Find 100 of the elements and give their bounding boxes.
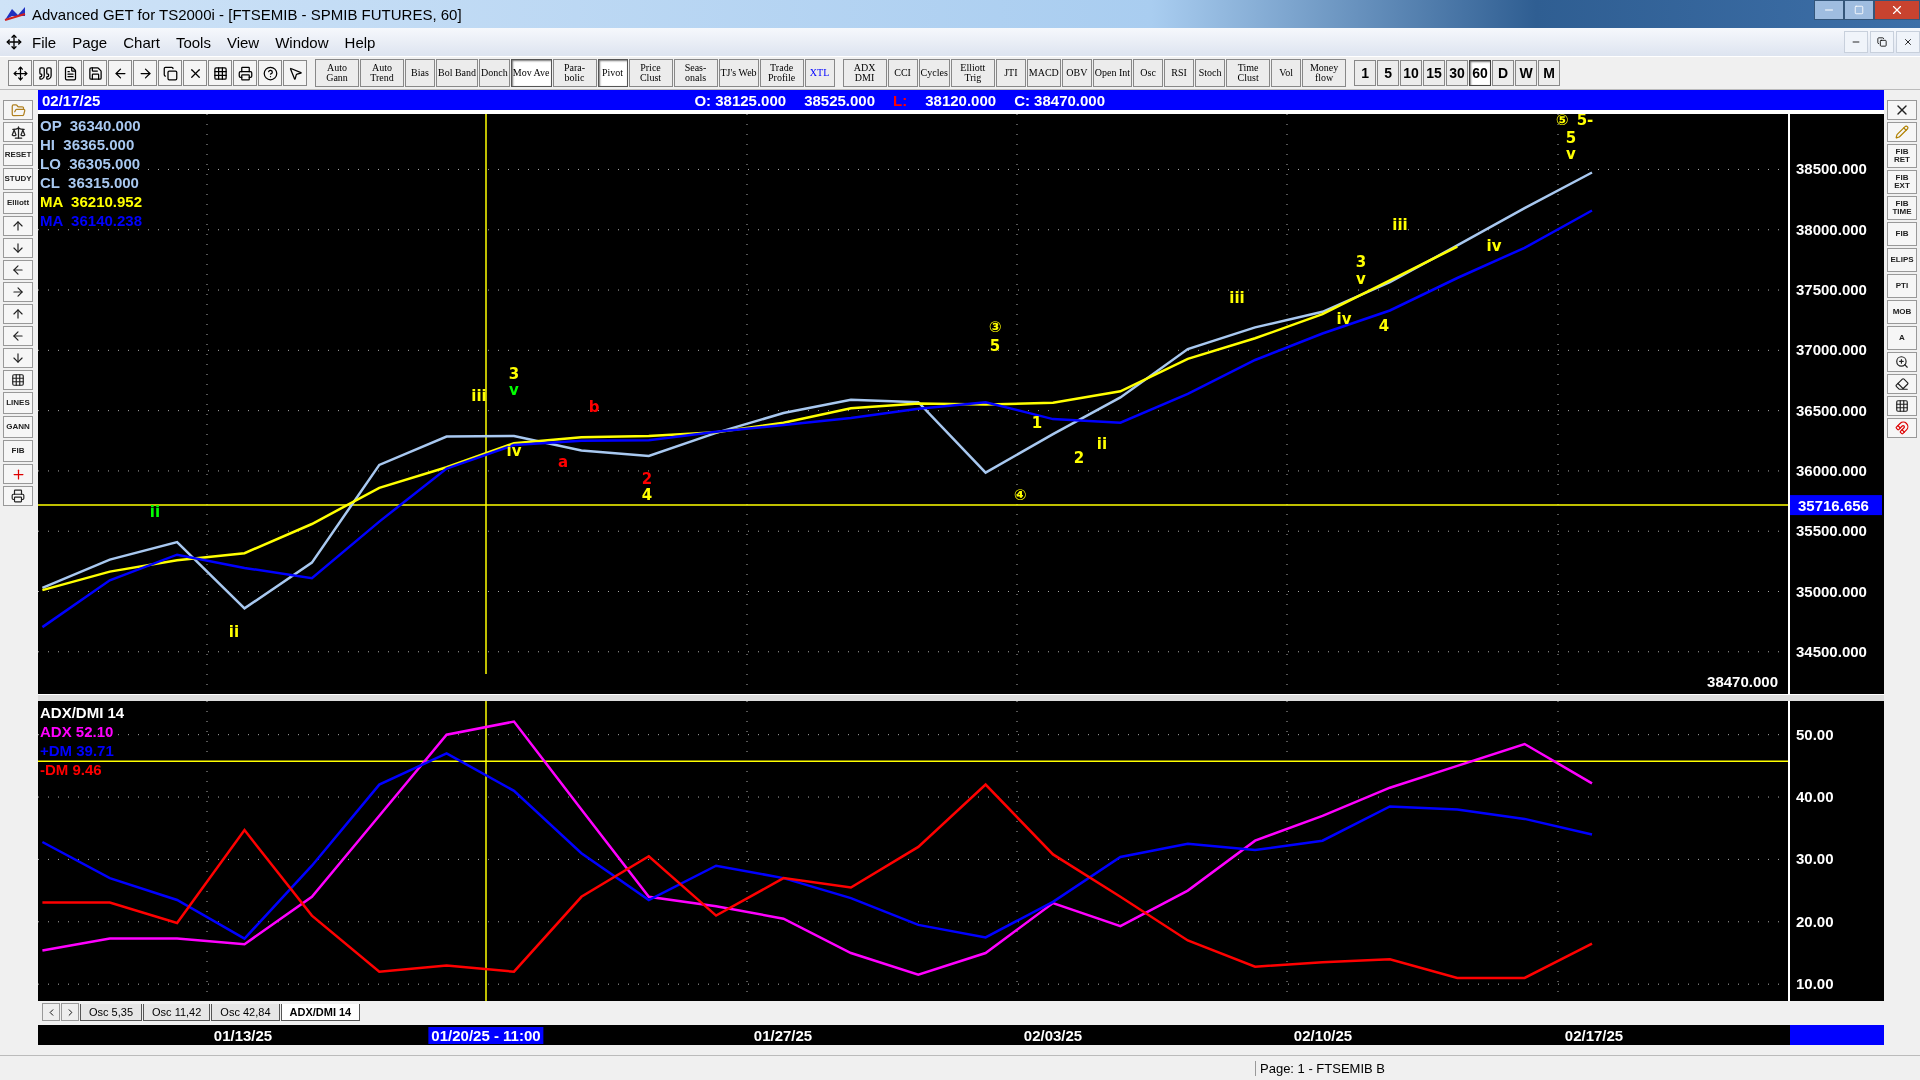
tool-button[interactable]: ELIPS	[1887, 248, 1917, 272]
tool-button[interactable]: RESET	[3, 144, 33, 166]
toolbar-icon-button[interactable]	[33, 60, 57, 86]
toolbar-icon-button[interactable]	[158, 60, 182, 86]
minimize-button[interactable]	[1814, 0, 1844, 20]
restore-button[interactable]	[1870, 31, 1894, 53]
close-tool-button[interactable]	[1887, 100, 1917, 120]
toolbar-icon-button[interactable]	[133, 60, 157, 86]
menu-item[interactable]: Chart	[117, 31, 166, 53]
wave-label: iv	[1336, 309, 1352, 328]
toolbar-icon-button[interactable]	[58, 60, 82, 86]
indicator-toggle[interactable]: CCI	[887, 59, 918, 87]
overlay-toggle[interactable]: XTL	[804, 59, 835, 87]
maximize-button[interactable]	[1844, 0, 1874, 20]
interval-button[interactable]: 5	[1377, 60, 1400, 86]
toolbar-icon-button[interactable]	[108, 60, 132, 86]
overlay-toggle[interactable]: Pivot	[597, 59, 628, 87]
tool-button[interactable]: MOB	[1887, 300, 1917, 324]
toolbar-icon-button[interactable]	[258, 60, 282, 86]
arrow-right-icon	[137, 65, 153, 81]
interval-button[interactable]: M	[1538, 60, 1561, 86]
overlay-toggle[interactable]: Auto Trend	[360, 59, 404, 87]
overlay-toggle[interactable]: Seas-onals	[673, 59, 718, 87]
close-button[interactable]	[1874, 0, 1920, 20]
axis-label: 50.00	[1796, 725, 1834, 743]
indicator-toggle[interactable]: Cycles	[918, 59, 950, 87]
tool-button[interactable]: FIB	[1887, 222, 1917, 246]
indicator-tab[interactable]: Osc 11,42	[143, 1004, 211, 1021]
interval-button[interactable]: W	[1515, 60, 1538, 86]
menu-item[interactable]: Page	[66, 31, 114, 53]
axis-label: 38500.000	[1796, 160, 1867, 178]
indicator-tab[interactable]: ADX/DMI 14	[280, 1004, 361, 1021]
overlay-toggle[interactable]: Trade Profile	[759, 59, 804, 87]
menu-item[interactable]: Window	[269, 31, 335, 53]
indicator-toggle[interactable]: MACD	[1026, 59, 1061, 87]
tool-button[interactable]: LINES	[3, 392, 33, 414]
indicator-toggle[interactable]: JTI	[995, 59, 1026, 87]
indicator-toggle[interactable]: OBV	[1061, 59, 1092, 87]
menu-item[interactable]: View	[220, 31, 266, 53]
interval-button[interactable]: D	[1492, 60, 1515, 86]
indicator-tab[interactable]: Osc 42,84	[211, 1004, 280, 1021]
pointer-icon	[287, 65, 303, 81]
menu-item[interactable]: Help	[338, 31, 382, 53]
header-value: 38525.000	[804, 91, 876, 109]
grid-tool-button[interactable]	[1887, 396, 1917, 416]
toolbar-icon-button[interactable]	[8, 60, 32, 86]
indicator-toggle[interactable]: Time Clust	[1226, 59, 1271, 87]
legend-value: LO 36305.000	[40, 154, 141, 173]
overlay-toggle[interactable]: Auto Gann	[315, 59, 359, 87]
overlay-toggle[interactable]: Bol Band	[436, 59, 479, 87]
wave-label: iii	[1229, 288, 1245, 307]
toolbar-icon-button[interactable]	[208, 60, 232, 86]
interval-button[interactable]: 15	[1423, 60, 1446, 86]
overlay-toggle[interactable]: Para-bolic	[552, 59, 597, 87]
overlay-toggle[interactable]: Donch	[479, 59, 510, 87]
toolbar-icon-button[interactable]	[83, 60, 107, 86]
tool-button[interactable]: FIB RET	[1887, 144, 1917, 168]
scales-button[interactable]	[3, 122, 33, 142]
indicator-toggle[interactable]: Money flow	[1302, 59, 1347, 87]
indicator-toggle[interactable]: Elliott Trig	[950, 59, 995, 87]
indicator-toggle[interactable]: Stoch	[1195, 59, 1226, 87]
indicator-toggle[interactable]: ADX DMI	[842, 59, 887, 87]
tool-button[interactable]: A	[1887, 326, 1917, 350]
interval-button[interactable]: 60	[1469, 60, 1492, 86]
overlay-toggle[interactable]: TJ's Web	[718, 59, 759, 87]
indicator-tab[interactable]: Osc 5,35	[80, 1004, 143, 1021]
close-icon	[1890, 3, 1904, 17]
overlay-toggle[interactable]: Bias	[405, 59, 435, 87]
wave-label: 1	[1031, 413, 1043, 432]
tool-button[interactable]: PTI	[1887, 274, 1917, 298]
tool-button[interactable]: FIB	[3, 440, 33, 462]
indicator-toggle[interactable]: Vol	[1271, 59, 1302, 87]
zoom-button[interactable]	[1887, 352, 1917, 372]
overlay-toggle[interactable]: Mov Ave	[510, 59, 552, 87]
interval-button[interactable]: 1	[1354, 60, 1377, 86]
date-label: 01/27/25	[752, 1027, 814, 1044]
tool-icon-button[interactable]	[3, 370, 33, 390]
indicator-toggle[interactable]: RSI	[1164, 59, 1195, 87]
magnet-button[interactable]	[1887, 418, 1917, 438]
tool-button[interactable]: STUDY	[3, 168, 33, 190]
toolbar-icon-button[interactable]	[183, 60, 207, 86]
toolbar-icon-button[interactable]	[233, 60, 257, 86]
menu-item[interactable]: Tools	[169, 31, 217, 53]
wave-label: ⑤	[1555, 114, 1569, 129]
print-button[interactable]	[3, 486, 33, 506]
tool-button[interactable]: FIB TIME	[1887, 196, 1917, 220]
tool-button[interactable]: Elliott	[3, 192, 33, 214]
overlay-toggle[interactable]: Price Clust	[628, 59, 673, 87]
toolbar-icon-button[interactable]	[283, 60, 307, 86]
tool-button[interactable]: FIB EXT	[1887, 170, 1917, 194]
indicator-toggle[interactable]: Open Int	[1092, 59, 1133, 87]
crosshair-button[interactable]	[3, 464, 33, 484]
interval-button[interactable]: 10	[1400, 60, 1423, 86]
indicator-toggle[interactable]: Osc	[1133, 59, 1164, 87]
tool-button[interactable]: GANN	[3, 416, 33, 438]
interval-button[interactable]: 30	[1446, 60, 1469, 86]
menu-item[interactable]: File	[26, 31, 63, 53]
eraser-button[interactable]	[1887, 374, 1917, 394]
zoom-icon	[1895, 355, 1909, 369]
header-value: O: 38125.000	[694, 91, 787, 109]
